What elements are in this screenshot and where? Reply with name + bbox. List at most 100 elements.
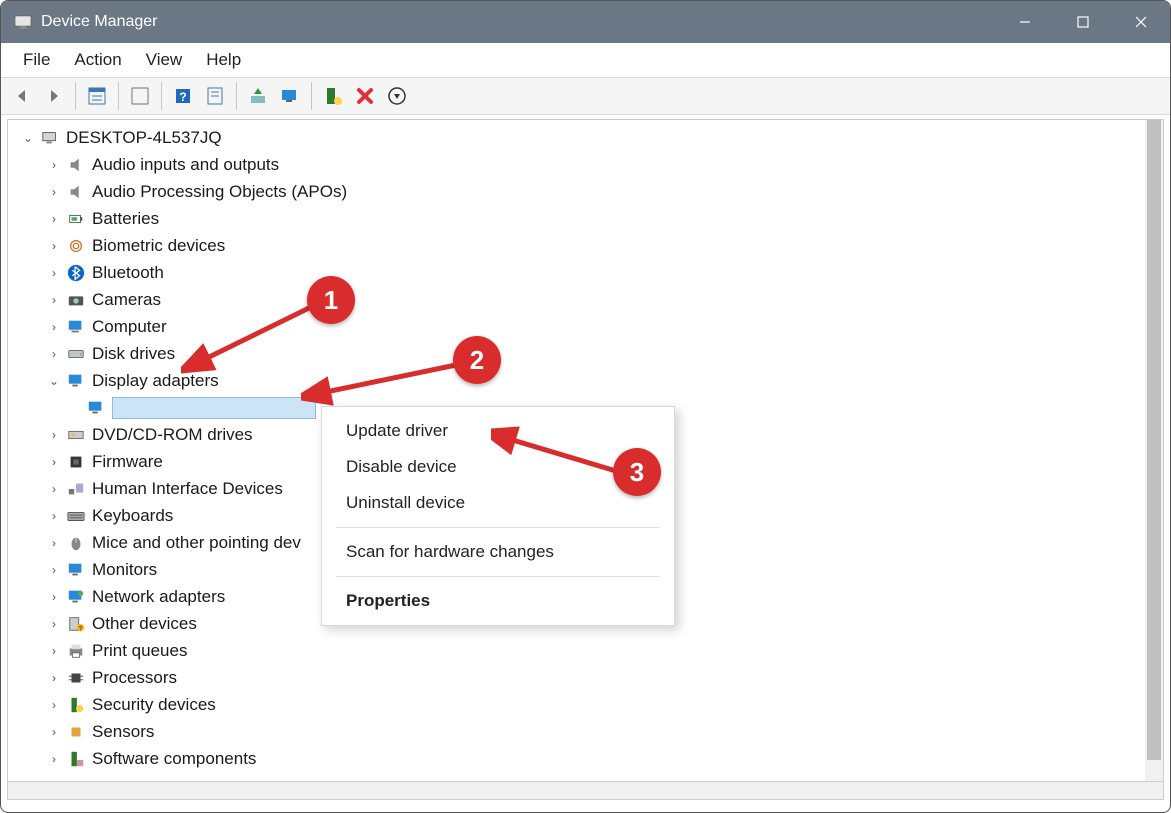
tree-category[interactable]: › Print queues [8, 637, 1163, 664]
forward-button[interactable] [39, 81, 69, 111]
enable-device-button[interactable] [318, 81, 348, 111]
chevron-right-icon[interactable]: › [46, 535, 62, 551]
chevron-down-icon[interactable]: ⌄ [46, 373, 62, 389]
horizontal-scrollbar[interactable] [7, 782, 1164, 800]
menu-bar: File Action View Help [1, 43, 1170, 77]
tree-category[interactable]: › Cameras [8, 286, 1163, 313]
menu-help[interactable]: Help [194, 46, 253, 74]
tree-category[interactable]: › Sensors [8, 718, 1163, 745]
uninstall-device-button[interactable] [350, 81, 380, 111]
ctx-update-driver[interactable]: Update driver [322, 413, 674, 449]
toolbar-divider [311, 82, 312, 110]
keyboard-icon [66, 506, 86, 526]
tree-category-label: Print queues [92, 642, 187, 659]
menu-file[interactable]: File [11, 46, 62, 74]
tree-category[interactable]: ⌄ Display adapters [8, 367, 1163, 394]
display-icon [66, 371, 86, 391]
tree-root[interactable]: ⌄ DESKTOP-4L537JQ [8, 124, 1163, 151]
chevron-right-icon[interactable]: › [46, 157, 62, 173]
tree-category[interactable]: › Audio inputs and outputs [8, 151, 1163, 178]
tree-category-label: Mice and other pointing dev [92, 534, 301, 551]
chevron-right-icon[interactable]: › [46, 589, 62, 605]
tree-category[interactable]: ›Security devices [8, 691, 1163, 718]
minimize-button[interactable] [996, 1, 1054, 43]
tree-category-label: Display adapters [92, 372, 219, 389]
tree-category-label: Keyboards [92, 507, 173, 524]
tree-category[interactable]: › Batteries [8, 205, 1163, 232]
chevron-right-icon[interactable]: › [46, 238, 62, 254]
app-icon [13, 12, 33, 32]
chevron-right-icon[interactable]: › [46, 184, 62, 200]
tree-category-label: Processors [92, 669, 177, 686]
tree-category[interactable]: › Biometric devices [8, 232, 1163, 259]
software-icon [66, 749, 86, 769]
annotation-badge-2: 2 [453, 336, 501, 384]
scan-hardware-button[interactable] [275, 81, 305, 111]
battery-icon [66, 209, 86, 229]
chevron-right-icon[interactable]: › [46, 319, 62, 335]
tree-category[interactable]: ›Audio Processing Objects (APOs) [8, 178, 1163, 205]
menu-view[interactable]: View [134, 46, 195, 74]
toolbar-divider [161, 82, 162, 110]
chevron-right-icon[interactable]: › [46, 670, 62, 686]
tree-category-label: Biometric devices [92, 237, 225, 254]
chevron-right-icon[interactable]: › [46, 265, 62, 281]
chevron-right-icon[interactable]: › [46, 427, 62, 443]
update-driver-button[interactable] [243, 81, 273, 111]
chevron-right-icon[interactable]: › [46, 346, 62, 362]
tree-category[interactable]: ›Computer [8, 313, 1163, 340]
dvd-icon [66, 425, 86, 445]
chevron-right-icon[interactable]: › [46, 481, 62, 497]
close-button[interactable] [1112, 1, 1170, 43]
sensor-icon [66, 722, 86, 742]
tree-category-label: Audio inputs and outputs [92, 156, 279, 173]
fingerprint-icon [66, 236, 86, 256]
tree-category[interactable]: › Processors [8, 664, 1163, 691]
chevron-right-icon[interactable]: › [46, 454, 62, 470]
chevron-right-icon[interactable]: › [46, 751, 62, 767]
cpu-icon [66, 668, 86, 688]
selected-device-highlight [112, 397, 316, 419]
tree-category-label: Monitors [92, 561, 157, 578]
security-icon [66, 695, 86, 715]
window-titlebar: Device Manager [1, 1, 1170, 43]
chevron-right-icon[interactable]: › [46, 292, 62, 308]
display-icon [86, 398, 106, 418]
toolbar-divider [236, 82, 237, 110]
chevron-down-icon[interactable]: ⌄ [20, 130, 36, 146]
tree-category-label: Bluetooth [92, 264, 164, 281]
properties-sheet-button[interactable] [200, 81, 230, 111]
mouse-icon [66, 533, 86, 553]
chevron-right-icon[interactable]: › [46, 724, 62, 740]
ctx-properties[interactable]: Properties [322, 583, 674, 619]
tree-category[interactable]: ›Disk drives [8, 340, 1163, 367]
context-menu: Update driver Disable device Uninstall d… [321, 406, 675, 626]
chevron-right-icon[interactable]: › [46, 643, 62, 659]
show-hide-tree-button[interactable] [82, 81, 112, 111]
chevron-right-icon[interactable]: › [46, 508, 62, 524]
tree-category-label: DVD/CD-ROM drives [92, 426, 253, 443]
tree-category[interactable]: ›Software components [8, 745, 1163, 772]
printer-icon [66, 641, 86, 661]
tree-category-label: Cameras [92, 291, 161, 308]
ctx-separator [336, 576, 660, 577]
toolbar: ? [1, 77, 1170, 115]
chevron-right-icon[interactable]: › [46, 211, 62, 227]
vertical-scrollbar[interactable] [1145, 120, 1163, 781]
help-button[interactable] [125, 81, 155, 111]
chevron-right-icon[interactable]: › [46, 697, 62, 713]
ctx-scan-hardware[interactable]: Scan for hardware changes [322, 534, 674, 570]
menu-action[interactable]: Action [62, 46, 133, 74]
show-hidden-button[interactable] [382, 81, 412, 111]
chevron-right-icon[interactable]: › [46, 616, 62, 632]
audio-icon [66, 182, 86, 202]
tree-category-label: Sensors [92, 723, 154, 740]
back-button[interactable] [7, 81, 37, 111]
svg-text:?: ? [179, 90, 186, 104]
properties-button[interactable]: ? [168, 81, 198, 111]
tree-category[interactable]: › Bluetooth [8, 259, 1163, 286]
maximize-button[interactable] [1054, 1, 1112, 43]
tree-category-label: Batteries [92, 210, 159, 227]
chevron-right-icon[interactable]: › [46, 562, 62, 578]
tree-root-label: DESKTOP-4L537JQ [66, 129, 222, 146]
